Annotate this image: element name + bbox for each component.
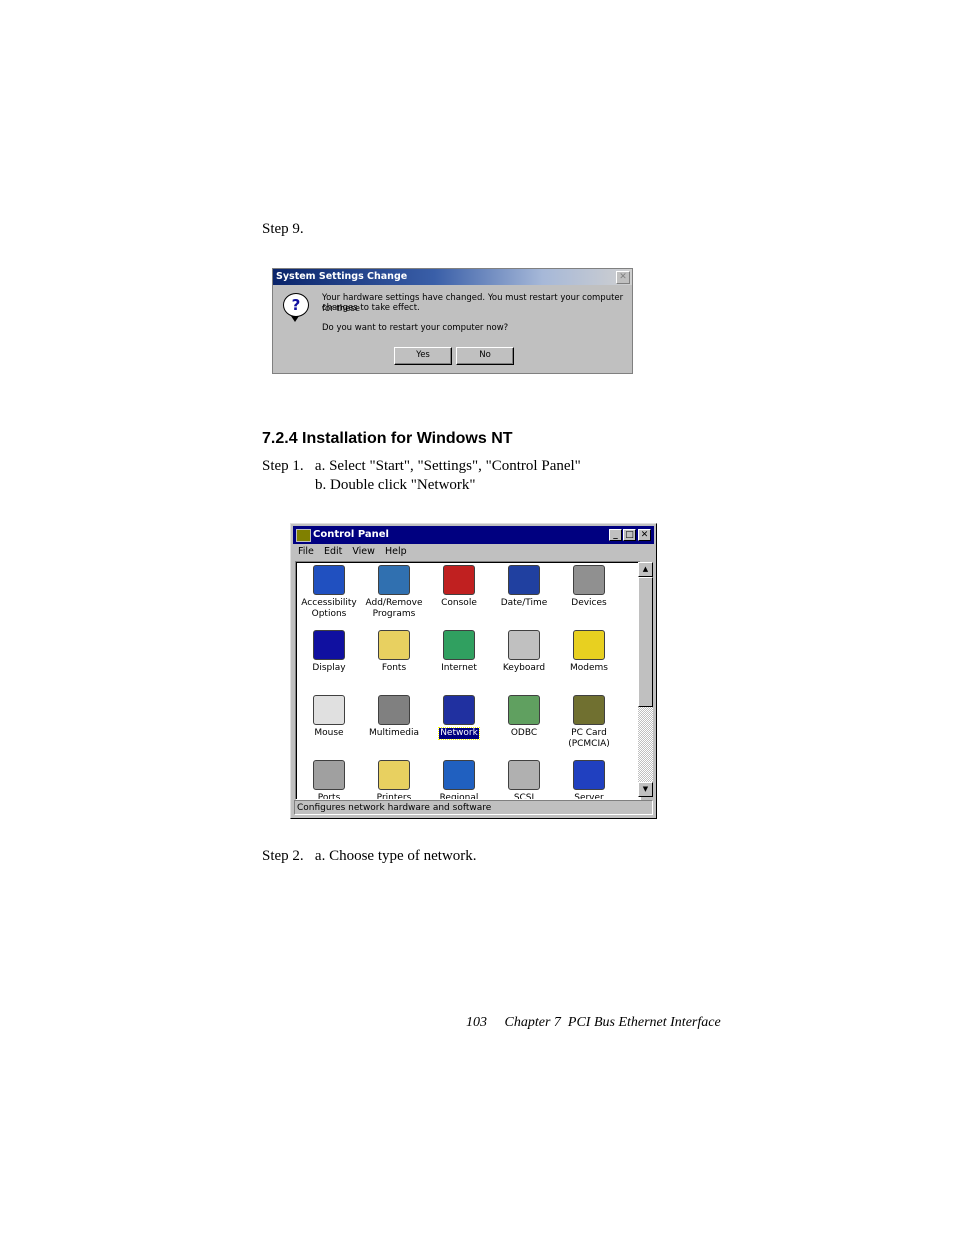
menu-help[interactable]: Help (385, 546, 407, 557)
odbc-icon (508, 695, 540, 725)
menu-bar: File Edit View Help (294, 545, 410, 559)
scsi-adapters-icon (508, 760, 540, 790)
date-time-icon (508, 565, 540, 595)
menu-file[interactable]: File (298, 546, 314, 557)
item-label: Ports (317, 793, 341, 800)
item-label: Regional (439, 793, 479, 800)
regional-icon (443, 760, 475, 790)
printers-icon (378, 760, 410, 790)
control-panel-item-scsi-adapters[interactable]: SCSI Adapters (492, 760, 556, 800)
page-footer: 103 Chapter 7 PCI Bus Ethernet Interface (466, 1015, 721, 1030)
keyboard-icon (508, 630, 540, 660)
control-panel-item-odbc[interactable]: ODBC (492, 695, 556, 739)
step1-line-a: Step 1. a. Select "Start", "Settings", "… (262, 458, 581, 474)
item-label: Accessibility Options (301, 598, 357, 619)
pc-card-icon (573, 695, 605, 725)
internet-icon (443, 630, 475, 660)
console-icon (443, 565, 475, 595)
control-panel-item-server[interactable]: Server (557, 760, 621, 800)
display-icon (313, 630, 345, 660)
control-panel-item-ports[interactable]: Ports (297, 760, 361, 800)
item-label: Modems (570, 663, 608, 673)
dialog-titlebar: System Settings Change ✕ (273, 269, 632, 285)
mouse-icon (313, 695, 345, 725)
menu-edit[interactable]: Edit (324, 546, 342, 557)
control-panel-item-keyboard[interactable]: Keyboard (492, 630, 556, 674)
control-panel-item-regional[interactable]: Regional (427, 760, 491, 800)
control-panel-icon (296, 529, 311, 542)
add-remove-programs-icon (378, 565, 410, 595)
control-panel-item-pc-card-pcmcia[interactable]: PC Card (PCMCIA) (557, 695, 621, 750)
item-label: Server (574, 793, 604, 800)
item-label: Printers (376, 793, 412, 800)
item-label: Fonts (381, 663, 407, 673)
dialog-title: System Settings Change (276, 271, 408, 282)
fonts-icon (378, 630, 410, 660)
modems-icon (573, 630, 605, 660)
control-panel-window: Control Panel _ □ ✕ File Edit View Help … (290, 523, 657, 819)
system-settings-change-dialog: System Settings Change ✕ ? Your hardware… (272, 268, 633, 374)
item-label: Devices (571, 598, 607, 608)
control-panel-item-display[interactable]: Display (297, 630, 361, 674)
control-panel-item-add-remove-programs[interactable]: Add/Remove Programs (362, 565, 426, 620)
control-panel-item-mouse[interactable]: Mouse (297, 695, 361, 739)
status-bar: Configures network hardware and software (294, 800, 653, 815)
menu-view[interactable]: View (352, 546, 375, 557)
step9-label: Step 9. (262, 221, 304, 237)
vertical-scrollbar[interactable]: ▲ ▼ (638, 562, 653, 797)
section-heading: 7.2.4 Installation for Windows NT (262, 430, 513, 447)
icon-view: Accessibility Options Add/Remove Programs… (295, 561, 641, 800)
control-panel-item-printers[interactable]: Printers (362, 760, 426, 800)
control-panel-item-accessibility-options[interactable]: Accessibility Options (297, 565, 361, 620)
item-label: Internet (441, 663, 477, 673)
close-icon[interactable]: ✕ (616, 271, 630, 284)
item-label: SCSI Adapters (513, 793, 535, 800)
item-label: ODBC (510, 728, 538, 738)
yes-button[interactable]: Yes (394, 347, 452, 365)
step2-line: Step 2. a. Choose type of network. (262, 848, 477, 864)
window-title: Control Panel (313, 529, 389, 540)
item-label: Display (312, 663, 346, 673)
item-label: Console (441, 598, 477, 608)
question-icon: ? (283, 293, 309, 322)
network-icon (443, 695, 475, 725)
item-label: Multimedia (368, 728, 420, 738)
control-panel-item-devices[interactable]: Devices (557, 565, 621, 609)
control-panel-item-multimedia[interactable]: Multimedia (362, 695, 426, 739)
control-panel-item-modems[interactable]: Modems (557, 630, 621, 674)
item-label: Add/Remove Programs (365, 598, 423, 619)
ports-icon (313, 760, 345, 790)
scroll-up-icon[interactable]: ▲ (638, 562, 653, 577)
scroll-thumb[interactable] (638, 577, 653, 707)
dialog-question: Do you want to restart your computer now… (322, 323, 509, 333)
item-label: PC Card (PCMCIA) (568, 728, 610, 749)
maximize-button[interactable]: □ (623, 529, 636, 541)
item-label: Network (438, 727, 480, 740)
control-panel-item-console[interactable]: Console (427, 565, 491, 609)
dialog-message-line2: changes to take effect. (322, 303, 420, 313)
server-icon (573, 760, 605, 790)
close-button[interactable]: ✕ (638, 529, 651, 541)
multimedia-icon (378, 695, 410, 725)
control-panel-titlebar: Control Panel _ □ ✕ (293, 526, 654, 544)
control-panel-item-date-time[interactable]: Date/Time (492, 565, 556, 609)
scroll-down-icon[interactable]: ▼ (638, 782, 653, 797)
item-label: Date/Time (500, 598, 548, 608)
no-button[interactable]: No (456, 347, 514, 365)
control-panel-item-internet[interactable]: Internet (427, 630, 491, 674)
item-label: Mouse (314, 728, 344, 738)
step1-line-b: b. Double click "Network" (315, 477, 476, 493)
devices-icon (573, 565, 605, 595)
control-panel-item-fonts[interactable]: Fonts (362, 630, 426, 674)
accessibility-icon (313, 565, 345, 595)
control-panel-item-network[interactable]: Network (427, 695, 491, 740)
item-label: Keyboard (502, 663, 546, 673)
minimize-button[interactable]: _ (609, 529, 622, 541)
